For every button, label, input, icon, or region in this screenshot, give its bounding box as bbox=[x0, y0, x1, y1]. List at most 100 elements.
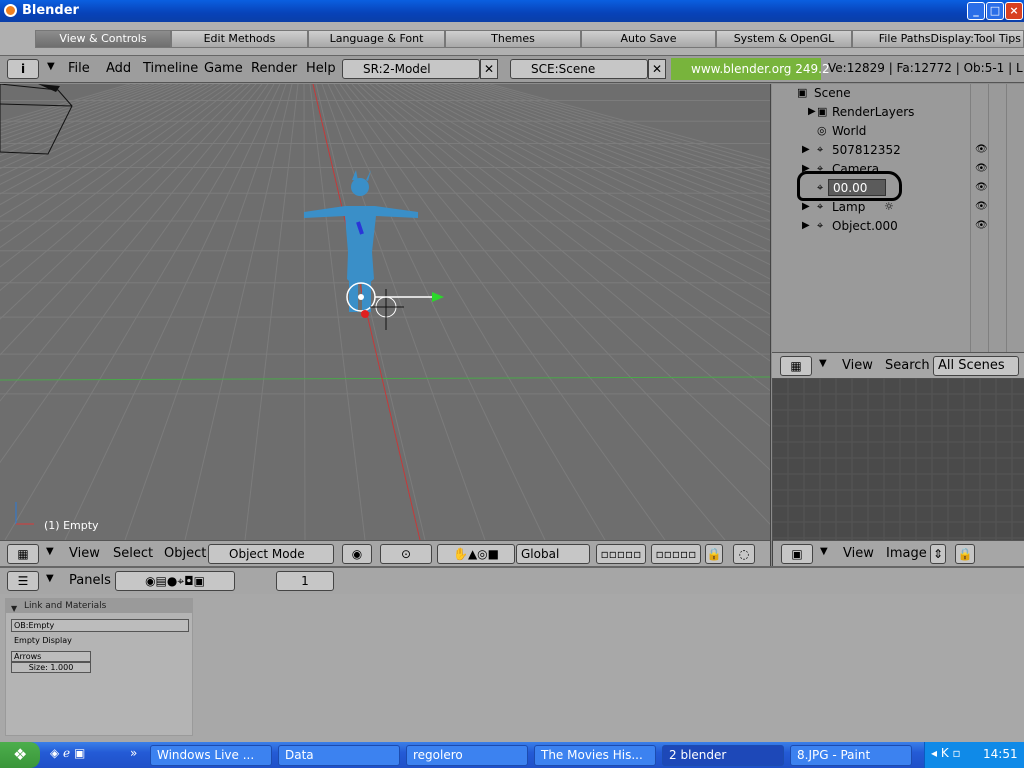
outliner-editor-icon[interactable]: ▦ bbox=[780, 356, 812, 376]
layers-grid-1[interactable]: ▫▫▫▫▫ bbox=[596, 544, 646, 564]
eye-icon[interactable]: 👁 bbox=[975, 144, 988, 155]
tab-view-controls[interactable]: View & Controls bbox=[35, 30, 171, 48]
3d-viewport[interactable]: (1) Empty bbox=[0, 84, 771, 540]
world-icon: ◎ bbox=[817, 124, 827, 137]
eye-icon[interactable]: 👁 bbox=[975, 220, 988, 231]
grid-line bbox=[351, 84, 770, 525]
image-editor[interactable] bbox=[772, 378, 1024, 540]
collapse-arrow-icon[interactable]: ▼ bbox=[46, 546, 54, 557]
maximize-button[interactable]: □ bbox=[986, 2, 1004, 20]
outliner-row-scene[interactable]: ▣ Scene bbox=[772, 84, 1024, 103]
tab-themes[interactable]: Themes bbox=[445, 30, 581, 48]
lock-icon[interactable]: 🔒 bbox=[955, 544, 975, 564]
info-editor-type-icon[interactable]: i bbox=[7, 59, 39, 79]
menu-timeline[interactable]: Timeline bbox=[143, 61, 198, 76]
taskbar-item[interactable]: 2 blender bbox=[662, 745, 784, 766]
grid-line bbox=[411, 84, 770, 253]
scene-selector[interactable]: SCE:Scene bbox=[510, 59, 648, 79]
outliner-row-renderlayers[interactable]: ▶ ▣ RenderLayers bbox=[772, 103, 1024, 122]
render-preview-icon[interactable]: ◌ bbox=[733, 544, 755, 564]
collapse-arrow-icon[interactable]: ▼ bbox=[47, 61, 55, 72]
outliner-label: Scene bbox=[814, 86, 851, 100]
outliner-row-object000[interactable]: ▶ ⌖ Object.000 👁 bbox=[772, 217, 1024, 236]
tab-edit-methods[interactable]: Edit Methods bbox=[171, 30, 308, 48]
menu-add[interactable]: Add bbox=[106, 61, 131, 76]
screen-selector[interactable]: SR:2-Model bbox=[342, 59, 480, 79]
layers-grid-2[interactable]: ▫▫▫▫▫ bbox=[651, 544, 701, 564]
grid-line bbox=[441, 84, 770, 205]
grid-line bbox=[0, 84, 233, 249]
expand-arrow-icon[interactable]: ▶ bbox=[802, 144, 810, 155]
menu-view[interactable]: View bbox=[842, 358, 873, 373]
taskbar-item[interactable]: Data bbox=[278, 745, 400, 766]
image-browse-icon[interactable]: ⇕ bbox=[930, 544, 946, 564]
mode-selector[interactable]: Object Mode bbox=[208, 544, 334, 564]
menu-select[interactable]: Select bbox=[113, 546, 153, 561]
delete-scene-button[interactable]: ✕ bbox=[648, 59, 666, 79]
grid-line bbox=[0, 84, 257, 356]
expand-arrow-icon[interactable]: ▶ bbox=[808, 106, 816, 117]
eye-icon[interactable]: 👁 bbox=[975, 201, 988, 212]
image-editor-header: ▣ ▼ View Image ⇕ 🔒 bbox=[772, 540, 1024, 566]
grid-line bbox=[0, 84, 173, 151]
buttons-editor-icon[interactable]: ☰ bbox=[7, 571, 39, 591]
menu-search[interactable]: Search bbox=[885, 358, 930, 373]
frame-field[interactable]: 1 bbox=[276, 571, 334, 591]
menu-image[interactable]: Image bbox=[886, 546, 927, 561]
menu-help[interactable]: Help bbox=[306, 61, 336, 76]
collapse-arrow-icon[interactable]: ▼ bbox=[819, 358, 827, 369]
tab-auto-save[interactable]: Auto Save bbox=[581, 30, 716, 48]
close-button[interactable]: × bbox=[1005, 2, 1023, 20]
grid-line bbox=[327, 84, 546, 540]
outliner-row-world[interactable]: ◎ World bbox=[772, 122, 1024, 141]
scope-selector[interactable]: All Scenes bbox=[933, 356, 1019, 376]
taskbar-item[interactable]: Windows Live ... bbox=[150, 745, 272, 766]
outliner[interactable]: ▣ Scene ▶ ▣ RenderLayers ◎ World ▶ ⌖ 507… bbox=[772, 84, 1024, 352]
window-title: Blender bbox=[22, 3, 79, 18]
object-name-field[interactable]: OB:Empty bbox=[11, 619, 189, 632]
manipulator-icons[interactable]: ✋▲◎■ bbox=[437, 544, 515, 564]
expand-arrow-icon[interactable]: ▶ bbox=[802, 220, 810, 231]
lock-icon[interactable]: 🔒 bbox=[705, 544, 723, 564]
menu-view[interactable]: View bbox=[69, 546, 100, 561]
eye-icon[interactable]: 👁 bbox=[975, 163, 988, 174]
tab-file-paths[interactable]: File PathsDisplay:Tool Tips bbox=[852, 30, 1024, 48]
grid-line bbox=[363, 84, 770, 427]
eye-icon[interactable]: 👁 bbox=[975, 182, 988, 193]
blender-org-link[interactable]: www.blender.org 249.2 bbox=[671, 58, 830, 80]
quicklaunch-icons[interactable]: ◈ ℯ ▣ bbox=[50, 746, 85, 760]
taskbar-item[interactable]: The Movies His... bbox=[534, 745, 656, 766]
collapse-arrow-icon[interactable]: ▼ bbox=[46, 573, 54, 584]
delete-screen-button[interactable]: ✕ bbox=[480, 59, 498, 79]
title-bar: Blender _ □ × bbox=[0, 0, 1024, 22]
buttons-window: ▼ Link and Materials OB:Empty Empty Displ… bbox=[0, 594, 1024, 742]
tray-icons[interactable]: ◂ K ▫ bbox=[931, 746, 961, 760]
display-type-selector[interactable]: Arrows bbox=[11, 651, 91, 662]
pivot-icon[interactable]: ⊙ bbox=[380, 544, 432, 564]
grid-editor-icon[interactable]: ▦ bbox=[7, 544, 39, 564]
menu-game[interactable]: Game bbox=[204, 61, 243, 76]
taskbar-item[interactable]: regolero bbox=[406, 745, 528, 766]
viewport-canvas[interactable] bbox=[0, 84, 771, 540]
menu-file[interactable]: File bbox=[68, 61, 90, 76]
context-icons[interactable]: ◉▤●⌖◘▣ bbox=[115, 571, 235, 591]
size-field[interactable]: Size: 1.000 bbox=[11, 662, 91, 673]
collapse-arrow-icon[interactable]: ▼ bbox=[820, 546, 828, 557]
orientation-selector[interactable]: Global bbox=[516, 544, 590, 564]
menu-view[interactable]: View bbox=[843, 546, 874, 561]
start-button[interactable]: ❖ bbox=[0, 742, 40, 768]
more-icon[interactable]: » bbox=[130, 746, 137, 760]
collapse-triangle-icon[interactable]: ▼ bbox=[11, 602, 17, 616]
taskbar-item[interactable]: 8.JPG - Paint bbox=[790, 745, 912, 766]
outliner-row-armature[interactable]: ▶ ⌖ 507812352 👁 bbox=[772, 141, 1024, 160]
draw-type-icon[interactable]: ◉ bbox=[342, 544, 372, 564]
menu-render[interactable]: Render bbox=[251, 61, 297, 76]
panels-menu[interactable]: Panels bbox=[69, 573, 111, 588]
image-editor-icon[interactable]: ▣ bbox=[781, 544, 813, 564]
tab-system-opengl[interactable]: System & OpenGL bbox=[716, 30, 852, 48]
minimize-button[interactable]: _ bbox=[967, 2, 985, 20]
tab-language-font[interactable]: Language & Font bbox=[308, 30, 445, 48]
outliner-header: ▦ ▼ View Search All Scenes bbox=[772, 352, 1024, 378]
menu-object[interactable]: Object bbox=[164, 546, 206, 561]
expand-arrow-icon[interactable]: ▶ bbox=[802, 201, 810, 212]
